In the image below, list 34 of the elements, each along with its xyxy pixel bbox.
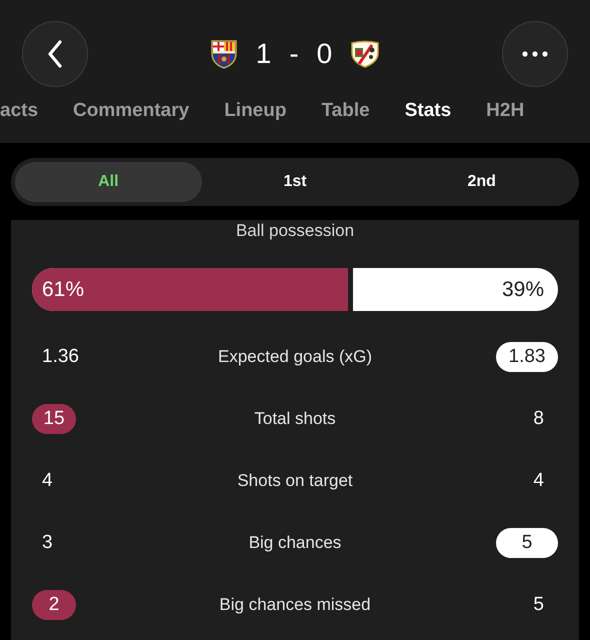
- back-icon: [47, 40, 63, 68]
- stat-name: Big chances: [248, 533, 342, 553]
- away-value: 4: [532, 469, 545, 493]
- tab[interactable]: Stats: [404, 100, 452, 122]
- home-score: 1: [256, 38, 272, 70]
- home-value: 1.36: [41, 345, 80, 369]
- away-value: 1.83: [496, 342, 558, 372]
- away-value: 5: [532, 593, 545, 617]
- tab[interactable]: Lineup: [224, 100, 286, 122]
- stat-name: Total shots: [253, 409, 337, 429]
- tab[interactable]: acts: [0, 100, 38, 122]
- tab[interactable]: Commentary: [73, 100, 190, 122]
- home-value: 15: [32, 404, 76, 434]
- score-separator: -: [289, 38, 299, 70]
- crest-icon: [350, 40, 380, 68]
- stat-name: Shots on target: [236, 471, 354, 491]
- home-value: 2: [32, 590, 76, 620]
- away-value: 8: [532, 407, 545, 431]
- period-tab[interactable]: 2nd: [388, 162, 576, 202]
- stat-name: Big chances missed: [218, 595, 372, 615]
- home-value: 3: [41, 531, 54, 555]
- away-score: 0: [316, 38, 332, 70]
- away-value: 5: [496, 528, 558, 558]
- tab[interactable]: H2H: [486, 100, 524, 122]
- home-value: 4: [41, 469, 54, 493]
- crest-icon: [210, 39, 238, 69]
- period-tab[interactable]: 1st: [202, 162, 388, 202]
- more-icon: [522, 51, 548, 57]
- stat-name: Expected goals (xG): [216, 347, 373, 367]
- away-possession-value: 39%: [502, 278, 544, 302]
- home-possession-fill: 61%: [32, 268, 353, 311]
- tab[interactable]: Table: [321, 100, 370, 122]
- period-tab[interactable]: All: [15, 162, 202, 202]
- stat-name: Ball possession: [234, 220, 356, 241]
